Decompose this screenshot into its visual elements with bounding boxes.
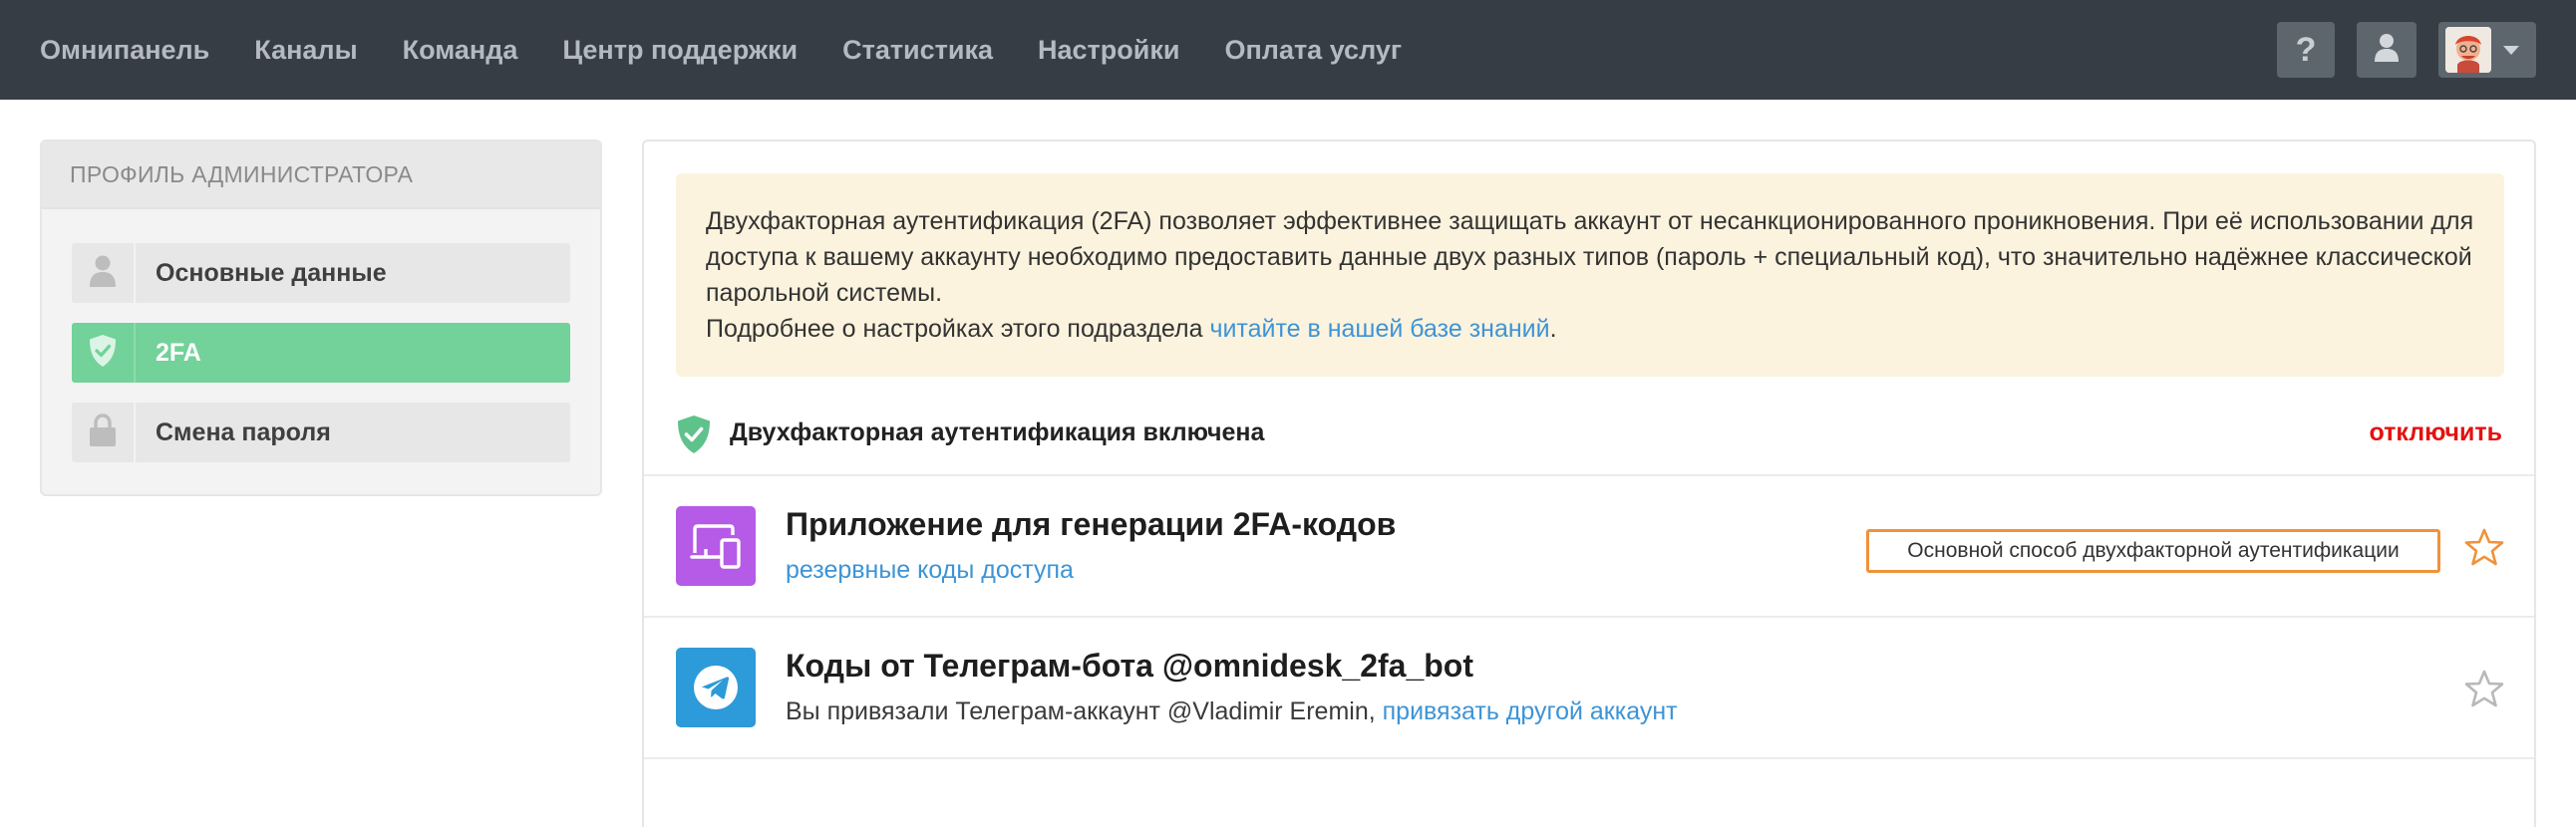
nav-item-statistics[interactable]: Статистика bbox=[842, 35, 993, 66]
devices-icon bbox=[676, 506, 756, 586]
profile-sidebar: ПРОФИЛЬ АДМИНИСТРАТОРА Основные данные 2… bbox=[40, 139, 602, 496]
avatar bbox=[2445, 27, 2491, 73]
top-navbar: Омнипанель Каналы Команда Центр поддержк… bbox=[0, 0, 2576, 100]
user-icon bbox=[2374, 33, 2400, 68]
star-icon[interactable] bbox=[2464, 670, 2504, 712]
method-title: Приложение для генерации 2FA-кодов bbox=[786, 506, 1397, 542]
star-icon[interactable] bbox=[2464, 528, 2504, 571]
account-menu-button[interactable] bbox=[2438, 22, 2536, 78]
2fa-status-text: Двухфакторная аутентификация включена bbox=[730, 418, 1265, 446]
primary-method-badge: Основной способ двухфакторной аутентифик… bbox=[1866, 529, 2440, 573]
shield-check-icon bbox=[88, 334, 118, 373]
shield-check-icon bbox=[676, 414, 712, 459]
help-button[interactable]: ? bbox=[2277, 22, 2335, 78]
telegram-icon bbox=[676, 648, 756, 727]
nav-item-settings[interactable]: Настройки bbox=[1038, 35, 1179, 66]
link-another-account-link[interactable]: привязать другой аккаунт bbox=[1383, 697, 1678, 725]
notice-more-suffix: . bbox=[1549, 315, 1557, 343]
profile-button[interactable] bbox=[2357, 22, 2416, 78]
notice-more-prefix: Подробнее о настройках этого подраздела bbox=[706, 315, 1210, 343]
info-notice: Двухфакторная аутентификация (2FA) позво… bbox=[676, 173, 2504, 377]
method-authenticator-app: Приложение для генерации 2FA-кодов резер… bbox=[644, 476, 2534, 618]
telegram-account-text: Вы привязали Телеграм-аккаунт @Vladimir … bbox=[786, 697, 1383, 725]
sidebar-item-label: Смена пароля bbox=[156, 417, 331, 446]
method-telegram-bot: Коды от Телеграм-бота @omnidesk_2fa_bot … bbox=[644, 618, 2534, 759]
nav-item-support-center[interactable]: Центр поддержки bbox=[562, 35, 798, 66]
chevron-down-icon bbox=[2503, 45, 2519, 55]
nav-item-omnipanel[interactable]: Омнипанель bbox=[40, 35, 209, 66]
2fa-status-row: Двухфакторная аутентификация включена от… bbox=[644, 389, 2534, 476]
2fa-settings-panel: Двухфакторная аутентификация (2FA) позво… bbox=[642, 139, 2536, 827]
lock-icon bbox=[89, 413, 117, 452]
method-title: Коды от Телеграм-бота @omnidesk_2fa_bot bbox=[786, 648, 1473, 684]
sidebar-item-change-password[interactable]: Смена пароля bbox=[72, 403, 570, 462]
nav-item-team[interactable]: Команда bbox=[403, 35, 518, 66]
knowledge-base-link[interactable]: читайте в нашей базе знаний bbox=[1209, 315, 1549, 343]
sidebar-item-label: Основные данные bbox=[156, 258, 387, 287]
sidebar-item-2fa[interactable]: 2FA bbox=[72, 323, 570, 383]
disable-2fa-link[interactable]: отключить bbox=[2370, 418, 2502, 447]
backup-codes-link[interactable]: резервные коды доступа bbox=[786, 556, 1074, 584]
notice-text: Двухфакторная аутентификация (2FA) позво… bbox=[706, 207, 2474, 307]
nav-item-billing[interactable]: Оплата услуг bbox=[1224, 35, 1402, 66]
sidebar-title: ПРОФИЛЬ АДМИНИСТРАТОРА bbox=[42, 141, 600, 209]
main-nav: Омнипанель Каналы Команда Центр поддержк… bbox=[40, 0, 1447, 100]
sidebar-item-label: 2FA bbox=[156, 338, 201, 367]
sidebar-item-basic-data[interactable]: Основные данные bbox=[72, 243, 570, 303]
user-icon bbox=[90, 255, 116, 292]
nav-item-channels[interactable]: Каналы bbox=[254, 35, 357, 66]
